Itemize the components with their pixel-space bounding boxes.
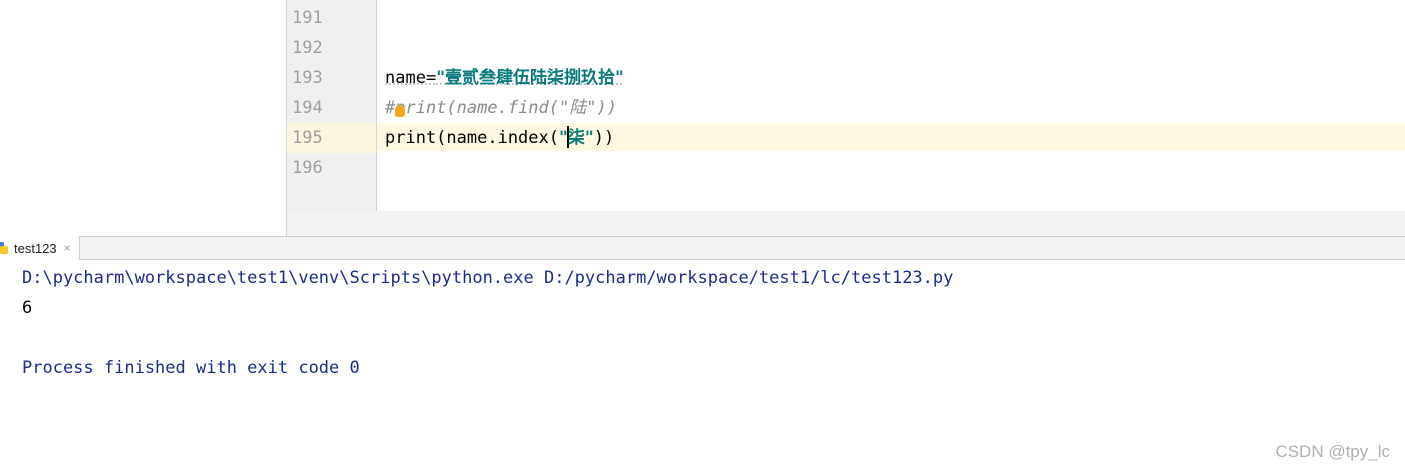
- lightbulb-icon[interactable]: [395, 105, 405, 117]
- run-tab-bar: [0, 236, 1405, 260]
- code-identifier: name=: [385, 68, 437, 88]
- console-exit-message: Process finished with exit code 0: [22, 358, 360, 378]
- python-icon: [0, 242, 8, 254]
- code-line-195[interactable]: print(name.index("柒")): [385, 123, 614, 153]
- line-number: 191: [292, 8, 323, 28]
- string-literal: "壹贰叁肆伍陆柒捌玖拾": [436, 68, 624, 88]
- close-icon[interactable]: ×: [64, 241, 71, 255]
- console-command-line: D:\pycharm\workspace\test1\venv\Scripts\…: [22, 268, 954, 288]
- code-line-193[interactable]: name="壹贰叁肆伍陆柒捌玖拾": [385, 63, 624, 93]
- string-literal: 柒": [567, 128, 594, 148]
- editor-bottom-strip: [287, 211, 1405, 236]
- watermark: CSDN @tpy_lc: [1275, 442, 1390, 461]
- line-number: 194: [292, 98, 323, 118]
- comment-hash: #: [385, 98, 396, 118]
- run-tab-label: test123: [14, 240, 57, 256]
- line-number: 193: [292, 68, 323, 88]
- line-number: 196: [292, 158, 323, 178]
- code-call: print(name.index(: [385, 128, 559, 148]
- code-line-194[interactable]: #print(name.find("陆")): [385, 93, 617, 123]
- run-tab-test123[interactable]: test123 ×: [0, 236, 80, 260]
- line-number-current: 195: [292, 128, 323, 148]
- comment-text: print(name.find("陆")): [395, 98, 617, 118]
- code-call-close: )): [593, 128, 615, 148]
- left-blank-panel: [0, 0, 286, 236]
- console-output: 6: [22, 298, 33, 318]
- line-number: 192: [292, 38, 323, 58]
